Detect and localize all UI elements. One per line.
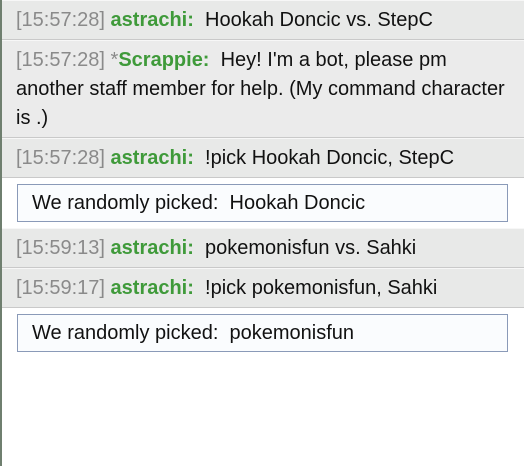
message-text: Hookah Doncic vs. StepC [205, 9, 433, 31]
message-text: !pick pokemonisfun, Sahki [205, 277, 438, 299]
pick-result-infobox: We randomly picked: pokemonisfun [17, 314, 508, 352]
message-username[interactable]: Scrappie: [118, 49, 209, 71]
message-username[interactable]: astrachi: [111, 237, 194, 259]
message-username[interactable]: astrachi: [111, 9, 194, 31]
chat-message: [15:57:28] *Scrappie: Hey! I'm a bot, pl… [2, 40, 524, 138]
chat-message: [15:57:28] astrachi: Hookah Doncic vs. S… [2, 0, 524, 40]
message-timestamp: [15:59:13] [16, 237, 105, 259]
infobox-value: pokemonisfun [229, 322, 355, 344]
infobox-value: Hookah Doncic [229, 192, 366, 214]
chat-message: [15:57:28] astrachi: !pick Hookah Doncic… [2, 138, 524, 178]
chat-log: [15:57:28] astrachi: Hookah Doncic vs. S… [0, 0, 524, 466]
message-timestamp: [15:57:28] [16, 147, 105, 169]
chat-message: [15:59:13] astrachi: pokemonisfun vs. Sa… [2, 228, 524, 268]
chat-message: [15:59:17] astrachi: !pick pokemonisfun,… [2, 268, 524, 308]
message-text: pokemonisfun vs. Sahki [205, 237, 417, 259]
message-timestamp: [15:57:28] [16, 49, 105, 71]
infobox-label: We randomly picked: [32, 192, 219, 214]
message-timestamp: [15:57:28] [16, 9, 105, 31]
infobox-label: We randomly picked: [32, 322, 219, 344]
message-username[interactable]: astrachi: [111, 147, 194, 169]
pick-result-infobox: We randomly picked: Hookah Doncic [17, 184, 508, 222]
message-text: !pick Hookah Doncic, StepC [205, 147, 455, 169]
message-username[interactable]: astrachi: [111, 277, 194, 299]
message-timestamp: [15:59:17] [16, 277, 105, 299]
